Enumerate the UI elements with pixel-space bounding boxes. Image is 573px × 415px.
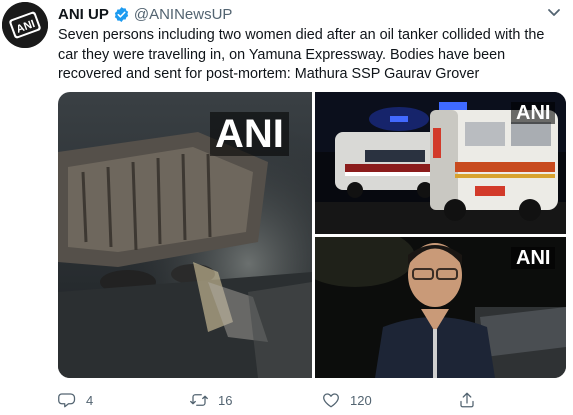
ani-watermark: ANI [511,102,556,124]
media-image-tanker[interactable]: ANI [58,92,312,378]
ani-logo: ANI [2,2,48,48]
heart-icon [323,393,339,408]
media-image-ambulances[interactable]: ANI [315,92,566,234]
retweet-button[interactable]: 16 [190,388,232,412]
verified-badge-icon [113,6,130,23]
like-button[interactable]: 120 [322,388,372,412]
retweet-count: 16 [218,392,233,408]
author-name[interactable]: ANI UP [58,6,109,23]
avatar[interactable]: ANI [2,2,48,48]
tweet-header: ANI UP @ANINewsUP [58,4,232,24]
share-button[interactable] [458,388,476,412]
reply-icon [58,393,76,408]
more-options-chevron-icon[interactable] [545,6,563,20]
tweet-text: Seven persons including two women died a… [58,27,545,82]
media-image-officer[interactable]: ANI [315,237,566,378]
tweet-actions: 4 16 120 [58,388,563,412]
like-count: 120 [350,392,372,408]
ani-watermark: ANI [511,247,556,269]
retweet-icon [190,394,208,406]
reply-count: 4 [86,392,94,408]
ani-watermark: ANI [210,112,289,156]
share-icon [460,392,474,408]
media-grid: ANI ANI ANI [58,92,566,378]
reply-button[interactable]: 4 [58,388,93,412]
tweet[interactable]: ANI ANI UP @ANINewsUP Seven persons incl… [0,0,573,415]
author-handle[interactable]: @ANINewsUP [134,6,233,23]
